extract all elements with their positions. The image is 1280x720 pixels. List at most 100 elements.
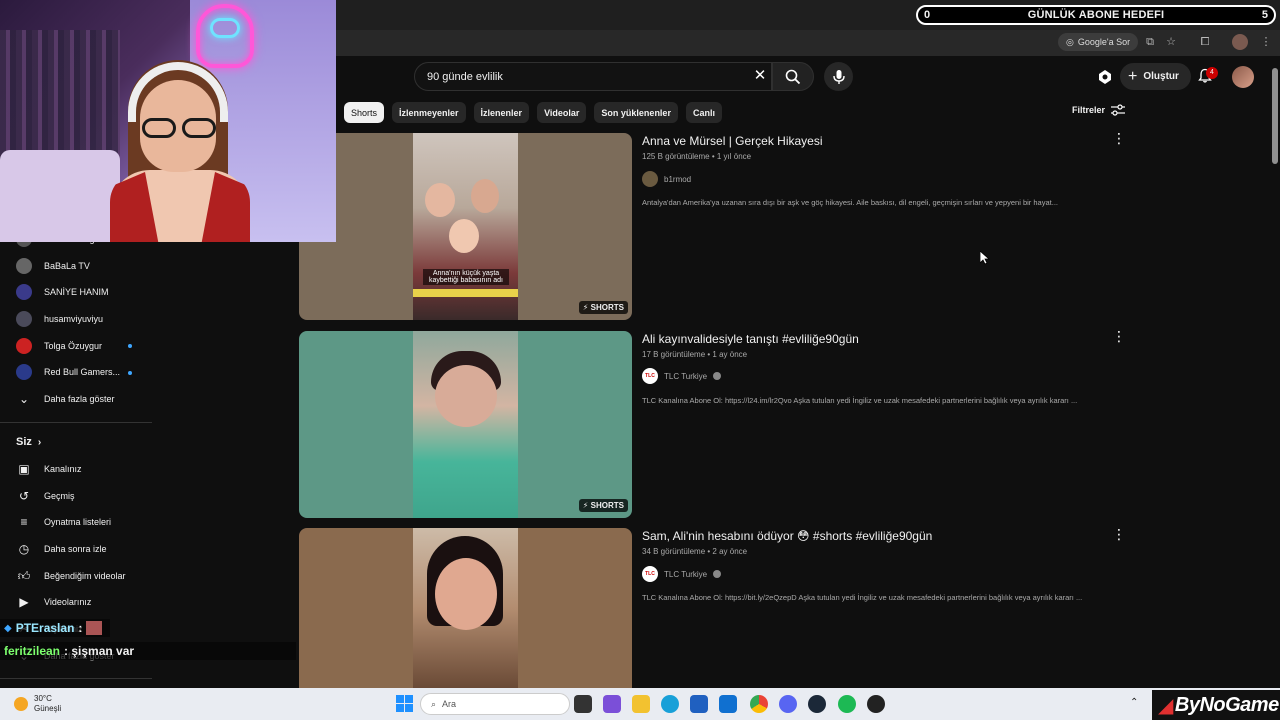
result-channel[interactable]: TLC TLC Turkiye bbox=[642, 566, 722, 582]
goal-target: 5 bbox=[1261, 9, 1268, 21]
sidebar-item-watch-later[interactable]: ◷ Daha sonra izle bbox=[16, 539, 107, 559]
you-header-label: Siz bbox=[16, 436, 32, 448]
bynogame-mark-icon: ◢ bbox=[1158, 694, 1173, 717]
result-thumbnail[interactable]: ⚡ SHORTS bbox=[299, 331, 632, 518]
result-description: TLC Kanalına Abone Ol: https://bit.ly/2e… bbox=[642, 593, 1083, 602]
task-view-icon[interactable] bbox=[574, 695, 592, 713]
clock-icon: ◷ bbox=[18, 542, 30, 556]
google-sor-button[interactable]: ◎ Google'a Sor bbox=[1058, 33, 1139, 51]
sidebar-subscription[interactable]: BaBaLa TV bbox=[16, 256, 90, 276]
result-title[interactable]: Sam, Ali'nin hesabını ödüyor 😳 #shorts #… bbox=[642, 529, 932, 543]
app-icon[interactable] bbox=[603, 695, 621, 713]
sidebar-item-liked-videos[interactable]: 👍︎ Beğendiğim videolar bbox=[16, 566, 126, 586]
scrollbar-thumb[interactable] bbox=[1272, 68, 1278, 164]
channel-avatar bbox=[16, 338, 32, 354]
video-icon: ▶ bbox=[19, 595, 29, 609]
channel-avatar bbox=[642, 171, 658, 187]
outlook-icon[interactable] bbox=[719, 695, 737, 713]
chevron-right-icon: › bbox=[37, 436, 42, 448]
channel-avatar bbox=[16, 364, 32, 380]
chip-live[interactable]: Canlı bbox=[685, 102, 722, 123]
profile-icon[interactable] bbox=[1232, 34, 1248, 50]
chat-message: ◆ PTEraslan : bbox=[0, 619, 110, 637]
sidebar-item-playlists[interactable]: ≡ Oynatma listeleri bbox=[16, 512, 111, 532]
chip-videos[interactable]: Videolar bbox=[537, 102, 587, 123]
sliders-icon bbox=[1111, 104, 1126, 116]
channel-avatar bbox=[16, 284, 32, 300]
voice-search-button[interactable] bbox=[824, 62, 853, 91]
result-meta: 17 B görüntüleme • 1 ay önce bbox=[642, 350, 748, 359]
chrome-icon[interactable] bbox=[750, 695, 768, 713]
clear-search-icon[interactable]: ✕ bbox=[752, 68, 768, 84]
channel-name: TLC Turkiye bbox=[664, 569, 708, 579]
result-meta: 34 B görüntüleme • 2 ay önce bbox=[642, 547, 748, 556]
shorts-badge: ⚡ SHORTS bbox=[578, 301, 628, 314]
result-thumbnail[interactable] bbox=[299, 528, 632, 688]
subscription-name: Tolga Özuygur bbox=[44, 341, 103, 351]
result-title[interactable]: Ali kayınvalidesiyle tanıştı #evliliğe90… bbox=[642, 332, 859, 346]
account-avatar[interactable] bbox=[1232, 66, 1254, 88]
result-thumbnail[interactable]: Anna'nın küçük yaşta kaybettiği babasını… bbox=[299, 133, 632, 320]
steam-icon[interactable] bbox=[808, 695, 826, 713]
weather-condition: Güneşli bbox=[34, 704, 62, 713]
streamer-webcam bbox=[0, 0, 336, 242]
spotify-icon[interactable] bbox=[838, 695, 856, 713]
filters-button[interactable]: Filtreler bbox=[1072, 104, 1126, 116]
mouse-cursor-icon bbox=[979, 250, 991, 270]
bookmark-star-icon[interactable]: ☆ bbox=[1163, 34, 1179, 50]
sidebar-item-your-channel[interactable]: ▣ Kanalınız bbox=[16, 459, 81, 479]
filter-chips: Shorts İzlenmeyenler İzlenenler Videolar… bbox=[344, 102, 722, 123]
more-options-icon[interactable]: ⋮ bbox=[1112, 131, 1126, 147]
cast-icon[interactable]: ⧉ bbox=[1142, 34, 1158, 50]
subscriber-goal-overlay: 0 GÜNLÜK ABONE HEDEFI 5 bbox=[916, 5, 1276, 25]
result-channel[interactable]: TLC TLC Turkiye bbox=[642, 368, 722, 384]
playlist-icon: ≡ bbox=[20, 515, 28, 529]
notification-badge: 4 bbox=[1206, 67, 1218, 79]
search-input[interactable]: 90 günde evlilik bbox=[414, 62, 772, 91]
extensions-icon[interactable]: ⧠ bbox=[1197, 34, 1213, 50]
subscription-name: husamviyuviyu bbox=[44, 314, 104, 324]
sidebar-subscription[interactable]: Tolga Özuygur bbox=[16, 336, 102, 356]
sidebar-item-history[interactable]: ↺ Geçmiş bbox=[16, 486, 75, 506]
result-title[interactable]: Anna ve Mürsel | Gerçek Hikayesi bbox=[642, 134, 823, 148]
tray-chevron-up-icon[interactable]: ⌃ bbox=[1130, 697, 1138, 708]
sidebar-show-more[interactable]: ⌄ Daha fazla göster bbox=[16, 389, 115, 409]
sun-icon bbox=[14, 697, 28, 711]
thumbnail-image bbox=[413, 528, 518, 688]
channel-avatar bbox=[16, 311, 32, 327]
chip-unwatched[interactable]: İzlenmeyenler bbox=[392, 102, 466, 123]
sidebar-item-label: Beğendiğim videolar bbox=[44, 571, 126, 581]
search-icon: ⌕ bbox=[431, 698, 437, 709]
chip-recent[interactable]: Son yüklenenler bbox=[594, 102, 678, 123]
subscription-name: Red Bull Gamers... bbox=[44, 367, 121, 377]
filters-label: Filtreler bbox=[1072, 105, 1106, 115]
result-channel[interactable]: b1rmod bbox=[642, 171, 691, 187]
subscription-name: SANİYE HANIM bbox=[44, 287, 109, 297]
more-options-icon[interactable]: ⋮ bbox=[1112, 527, 1126, 543]
file-explorer-icon[interactable] bbox=[632, 695, 650, 713]
search-button[interactable] bbox=[772, 62, 814, 91]
windows-start-icon[interactable] bbox=[396, 695, 413, 712]
obs-icon[interactable] bbox=[867, 695, 885, 713]
sidebar-item-your-videos[interactable]: ▶ Videolarınız bbox=[16, 592, 91, 612]
studio-icon[interactable] bbox=[1096, 68, 1114, 86]
emote-icon bbox=[86, 621, 103, 635]
taskbar-search[interactable]: ⌕ Ara bbox=[420, 693, 570, 715]
discord-icon[interactable] bbox=[779, 695, 797, 713]
chip-shorts[interactable]: Shorts bbox=[344, 102, 385, 123]
chrome-menu-icon[interactable]: ⋮ bbox=[1258, 34, 1274, 50]
sidebar-subscription[interactable]: SANİYE HANIM bbox=[16, 282, 109, 302]
chip-watched[interactable]: İzlenenler bbox=[473, 102, 530, 123]
more-options-icon[interactable]: ⋮ bbox=[1112, 329, 1126, 345]
shorts-icon: ⚡ bbox=[582, 303, 589, 312]
sidebar-you-header[interactable]: Siz › bbox=[16, 432, 41, 452]
sidebar-subscription[interactable]: husamviyuviyu bbox=[16, 309, 103, 329]
create-button[interactable]: + Oluştur bbox=[1120, 63, 1191, 90]
thumbnail-image bbox=[413, 331, 518, 518]
sidebar-subscription[interactable]: Red Bull Gamers... bbox=[16, 362, 120, 382]
weather-widget[interactable]: 30°C Güneşli bbox=[14, 694, 61, 714]
shorts-badge: ⚡ SHORTS bbox=[578, 499, 628, 512]
store-icon[interactable] bbox=[690, 695, 708, 713]
sidebar-item-label: Daha sonra izle bbox=[44, 544, 107, 554]
edge-icon[interactable] bbox=[661, 695, 679, 713]
